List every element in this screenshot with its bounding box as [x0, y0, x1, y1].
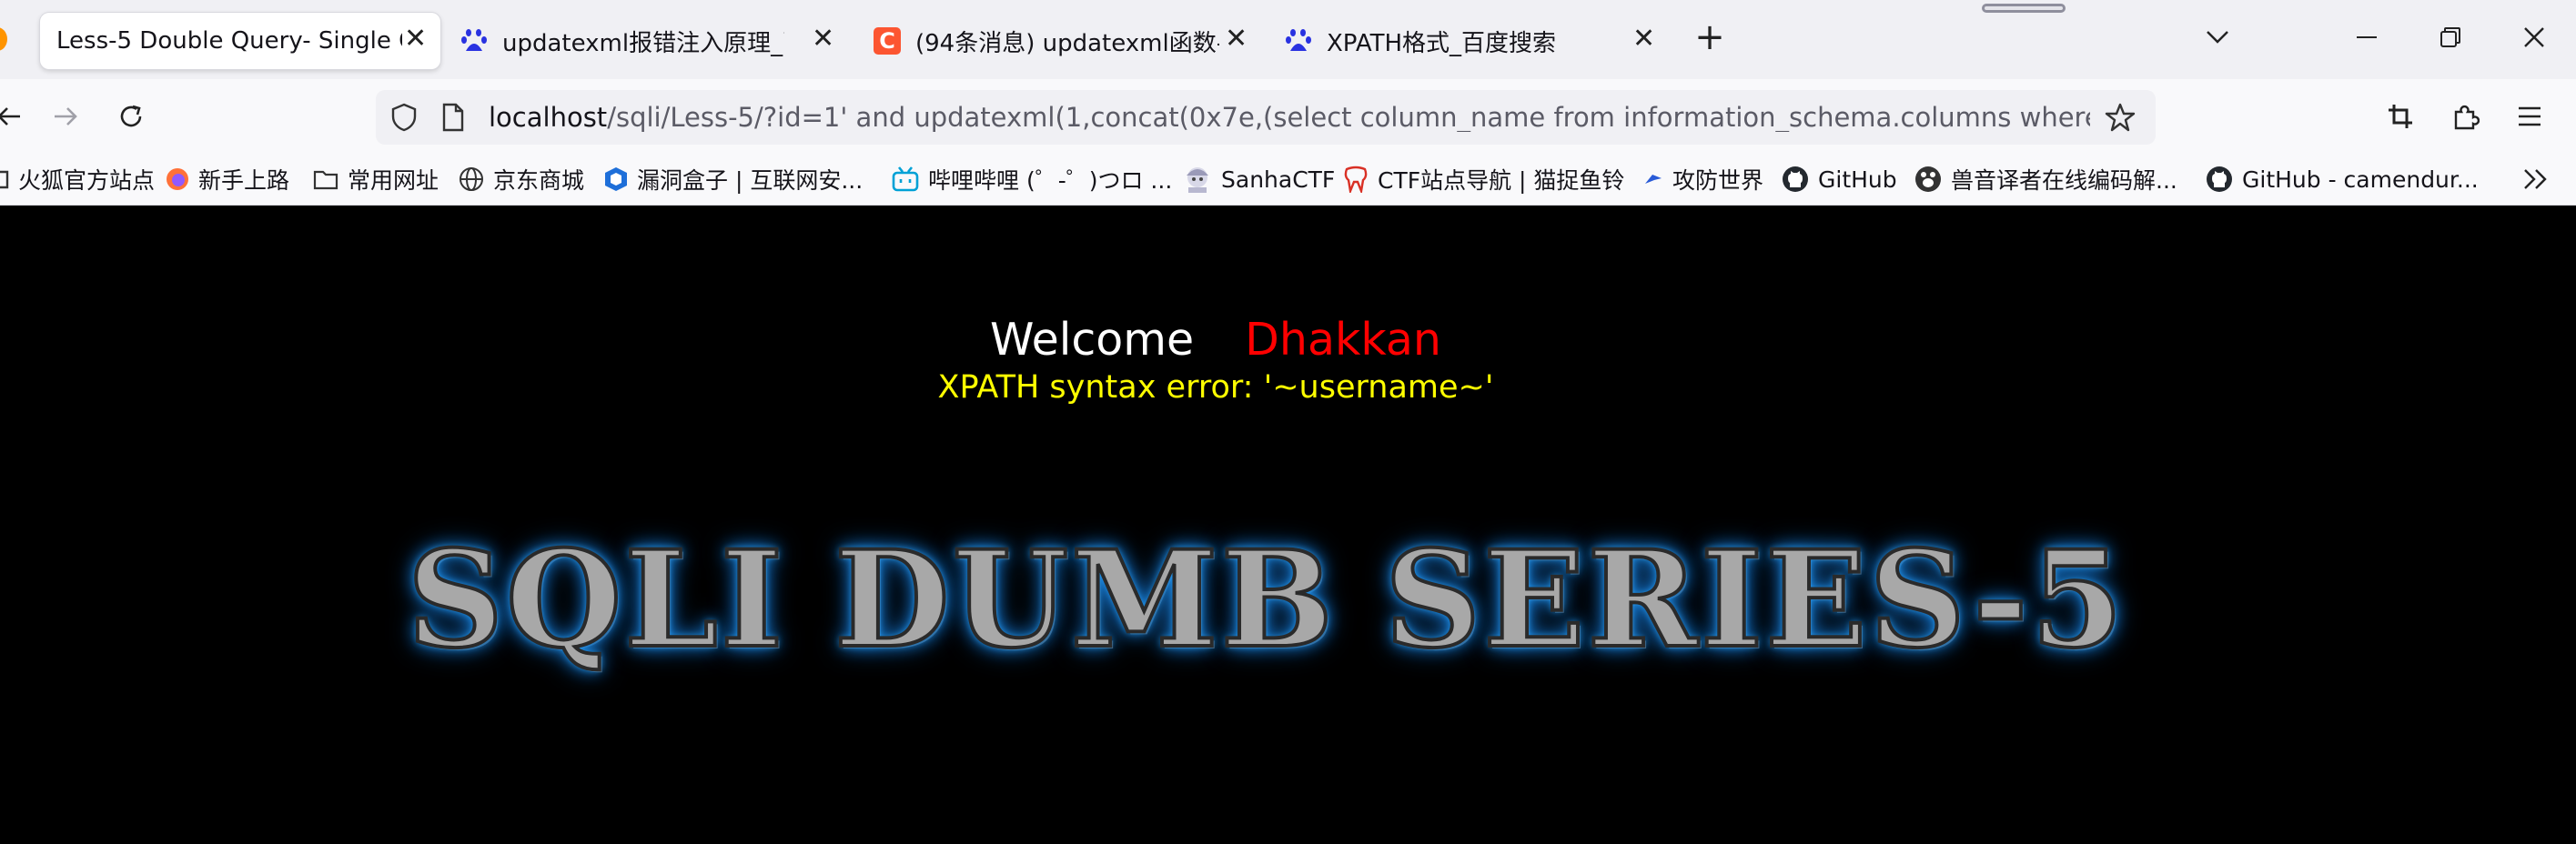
welcome-text: Welcome	[990, 314, 1195, 366]
username-text: Dhakkan	[1245, 314, 1441, 366]
welcome-line: Welcome Dhakkan	[0, 313, 2431, 367]
bookmark-item[interactable]: 攻防世界	[1643, 161, 1763, 197]
adworld-icon	[1645, 175, 1662, 184]
baidu-paw-icon	[1286, 29, 1311, 51]
folder-icon	[0, 170, 9, 189]
minimize-button[interactable]	[2346, 16, 2388, 58]
bookmark-item[interactable]: 兽音译者在线编码解...	[1914, 161, 2177, 197]
bookmark-item[interactable]: 常用网址	[313, 161, 439, 197]
star-bookmark-icon[interactable]	[2105, 102, 2136, 133]
tab-xpath-baidu[interactable]: XPATH格式_百度搜索 ✕	[1285, 13, 1658, 69]
new-tab-button[interactable]: +	[1689, 16, 1731, 58]
bookmark-item[interactable]: 哔哩哔哩 (゜-゜)つロ ...	[892, 161, 1172, 197]
url-text: localhost/sqli/Less-5/?id=1' and updatex…	[489, 103, 2090, 132]
github-icon	[1783, 166, 1808, 192]
github-icon	[2207, 166, 2232, 192]
reload-button[interactable]	[109, 95, 153, 138]
bookmark-item[interactable]: SanhaCTF	[1183, 161, 1335, 197]
tab-less-5[interactable]: Less-5 Double Query- Single Quotes- Stri…	[40, 13, 440, 69]
globe-icon	[460, 167, 483, 191]
double-chevron-right-icon	[2524, 169, 2547, 189]
puzzle-icon	[2454, 105, 2480, 130]
minimize-icon	[2357, 36, 2377, 38]
anime-avatar-icon	[1187, 167, 1208, 193]
back-button[interactable]	[0, 95, 31, 138]
close-icon[interactable]: ✕	[812, 25, 834, 53]
bookmark-label: 京东商城	[493, 167, 585, 194]
bookmark-label: 哔哩哔哩 (゜-゜)つロ ...	[928, 167, 1173, 194]
bookmark-label: 新手上路	[198, 167, 290, 194]
crop-icon	[2389, 105, 2412, 128]
drag-handle[interactable]	[1982, 4, 2066, 13]
extensions-button[interactable]	[2444, 95, 2488, 138]
url-host: localhost	[489, 103, 608, 132]
bookmark-label: 攻防世界	[1672, 167, 1764, 194]
tab-title: Less-5 Double Query- Single Quotes- Stri…	[56, 27, 402, 55]
bookmark-item[interactable]: GitHub	[1782, 161, 1897, 197]
bookmark-item[interactable]: CTF站点导航 | 猫捉鱼铃	[1343, 161, 1624, 197]
bookmark-label: 漏洞盒子 | 互联网安...	[637, 167, 864, 194]
forward-arrow-icon	[55, 107, 77, 126]
address-bar[interactable]: localhost/sqli/Less-5/?id=1' and updatex…	[376, 90, 2156, 145]
close-window-button[interactable]	[2513, 16, 2555, 58]
bookmark-label: 火狐官方站点	[18, 167, 156, 194]
page-info-icon[interactable]	[441, 103, 465, 132]
csdn-icon: C	[874, 27, 901, 55]
bookmark-item[interactable]: GitHub - camendur...	[2206, 161, 2479, 197]
restore-icon	[2440, 27, 2460, 47]
baidu-paw-icon	[461, 29, 487, 51]
bookmark-label: GitHub - camendur...	[2242, 166, 2479, 193]
bookmarks-overflow-button[interactable]	[2522, 161, 2550, 197]
restore-button[interactable]	[2430, 16, 2471, 58]
bookmark-item[interactable]: 火狐官方站点	[0, 161, 155, 197]
paw-icon	[1915, 166, 1941, 192]
bilibili-icon	[892, 166, 919, 192]
bookmark-item[interactable]: 京东商城	[459, 161, 584, 197]
page-content: Welcome Dhakkan XPATH syntax error: '~use…	[0, 206, 2576, 844]
reload-icon	[120, 105, 142, 127]
bookmark-label: SanhaCTF	[1221, 166, 1336, 193]
shield-icon[interactable]	[390, 103, 418, 132]
bookmark-label: GitHub	[1818, 166, 1897, 193]
tab-title: (94条消息) updatexml函数-报错注入	[915, 29, 1219, 57]
bookmarks-toolbar: 火狐官方站点 新手上路 常用网址 京东商城 漏洞盒子 | 互联网安... 哔哩哔…	[0, 154, 2576, 206]
close-icon[interactable]: ✕	[1225, 25, 1248, 53]
close-icon[interactable]: ✕	[404, 25, 427, 53]
screenshot-button[interactable]	[2379, 95, 2422, 138]
url-path: /sqli/Less-5/?id=1' and updatexml(1,conc…	[607, 103, 2090, 132]
bookmark-label: 兽音译者在线编码解...	[1951, 167, 2177, 194]
tab-title: XPATH格式_百度搜索	[1327, 29, 1557, 57]
tab-list-button[interactable]	[2197, 16, 2238, 58]
firefox-icon	[167, 168, 188, 190]
forward-button[interactable]	[44, 95, 87, 138]
tab-updatexml-baidu[interactable]: updatexml报错注入原理_百度搜索 ✕	[460, 13, 843, 69]
folder-icon	[313, 170, 338, 190]
bookmark-label: 常用网址	[348, 167, 439, 194]
app-menu-button[interactable]	[2508, 95, 2551, 138]
chevron-down-icon	[2207, 31, 2228, 44]
bookmark-item[interactable]: 新手上路	[166, 161, 289, 197]
back-arrow-icon	[0, 107, 20, 126]
close-icon[interactable]: ✕	[1632, 25, 1655, 53]
xpath-error-message: XPATH syntax error: '~username~'	[937, 369, 1494, 406]
firefox-menu-icon[interactable]	[0, 27, 7, 51]
bookmark-label: CTF站点导航 | 猫捉鱼铃	[1378, 167, 1625, 194]
close-icon	[2524, 27, 2544, 47]
series-title-banner: SQLI DUMB SERIES-5	[406, 520, 2126, 679]
hamburger-menu-icon	[2519, 106, 2541, 126]
shield-box-icon	[605, 167, 627, 191]
tab-csdn[interactable]: C (94条消息) updatexml函数-报错注入 ✕	[874, 13, 1256, 69]
ctf-tooth-icon	[1344, 166, 1368, 193]
tab-title: updatexml报错注入原理_百度搜索	[502, 29, 784, 57]
bookmark-item[interactable]: 漏洞盒子 | 互联网安...	[604, 161, 863, 197]
tab-strip: Less-5 Double Query- Single Quotes- Stri…	[0, 0, 2576, 79]
navigation-toolbar: localhost/sqli/Less-5/?id=1' and updatex…	[0, 79, 2576, 154]
